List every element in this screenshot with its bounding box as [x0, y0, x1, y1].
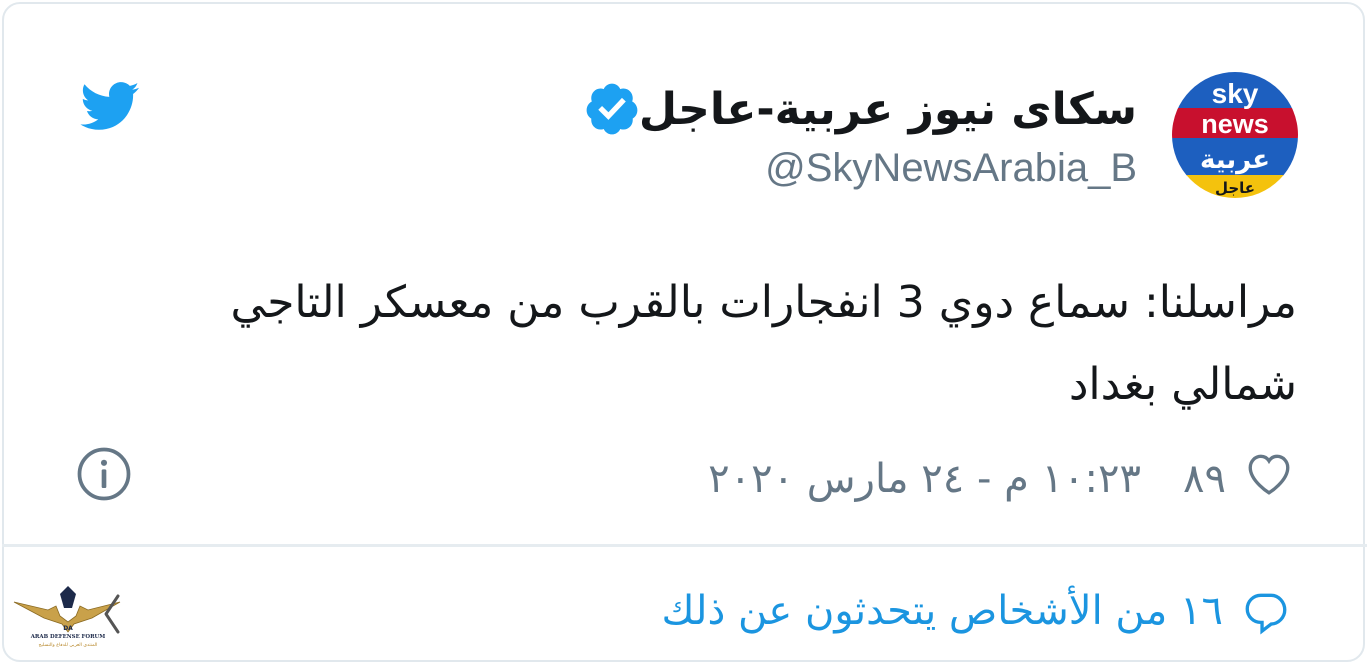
sky-news-arabia-logo: sky news عربية عاجل — [1172, 72, 1298, 198]
avatar-line3: عربية — [1200, 145, 1270, 175]
avatar-line4: عاجل — [1215, 179, 1255, 197]
svg-text:المنتدى العربي للدفاع والتسليح: المنتدى العربي للدفاع والتسليح — [39, 643, 98, 648]
display-name[interactable]: سكاى نيوز عربية-عاجل — [639, 84, 1137, 135]
twitter-bird-icon[interactable] — [78, 80, 140, 132]
avatar-line1: sky — [1212, 78, 1259, 109]
tweet-text: مراسلنا: سماع دوي 3 انفجارات بالقرب من م… — [230, 277, 1297, 410]
svg-text:DA: DA — [63, 625, 73, 632]
like-count[interactable]: ٨٩ — [1183, 456, 1226, 502]
timestamp[interactable]: ١٠:٢٣ م - ٢٤ مارس ٢٠٢٠ — [708, 456, 1141, 502]
chevron-left-icon — [104, 594, 120, 634]
svg-text:ARAB DEFENSE FORUM: ARAB DEFENSE FORUM — [30, 634, 106, 640]
verified-badge-icon — [586, 83, 638, 135]
handle[interactable]: @SkyNewsArabia_B — [765, 146, 1137, 191]
conversation-link-text[interactable]: ١٦ من الأشخاص يتحدثون عن ذلك — [662, 588, 1223, 634]
reply-bubble-icon[interactable] — [1240, 588, 1292, 638]
info-icon[interactable] — [76, 446, 132, 502]
heart-icon[interactable] — [1244, 450, 1294, 496]
avatar[interactable]: sky news عربية عاجل — [1172, 72, 1298, 198]
divider — [2, 544, 1367, 547]
arab-defense-forum-logo: DA ARAB DEFENSE FORUM المنتدى العربي للد… — [13, 586, 121, 648]
avatar-line2: news — [1201, 109, 1269, 139]
